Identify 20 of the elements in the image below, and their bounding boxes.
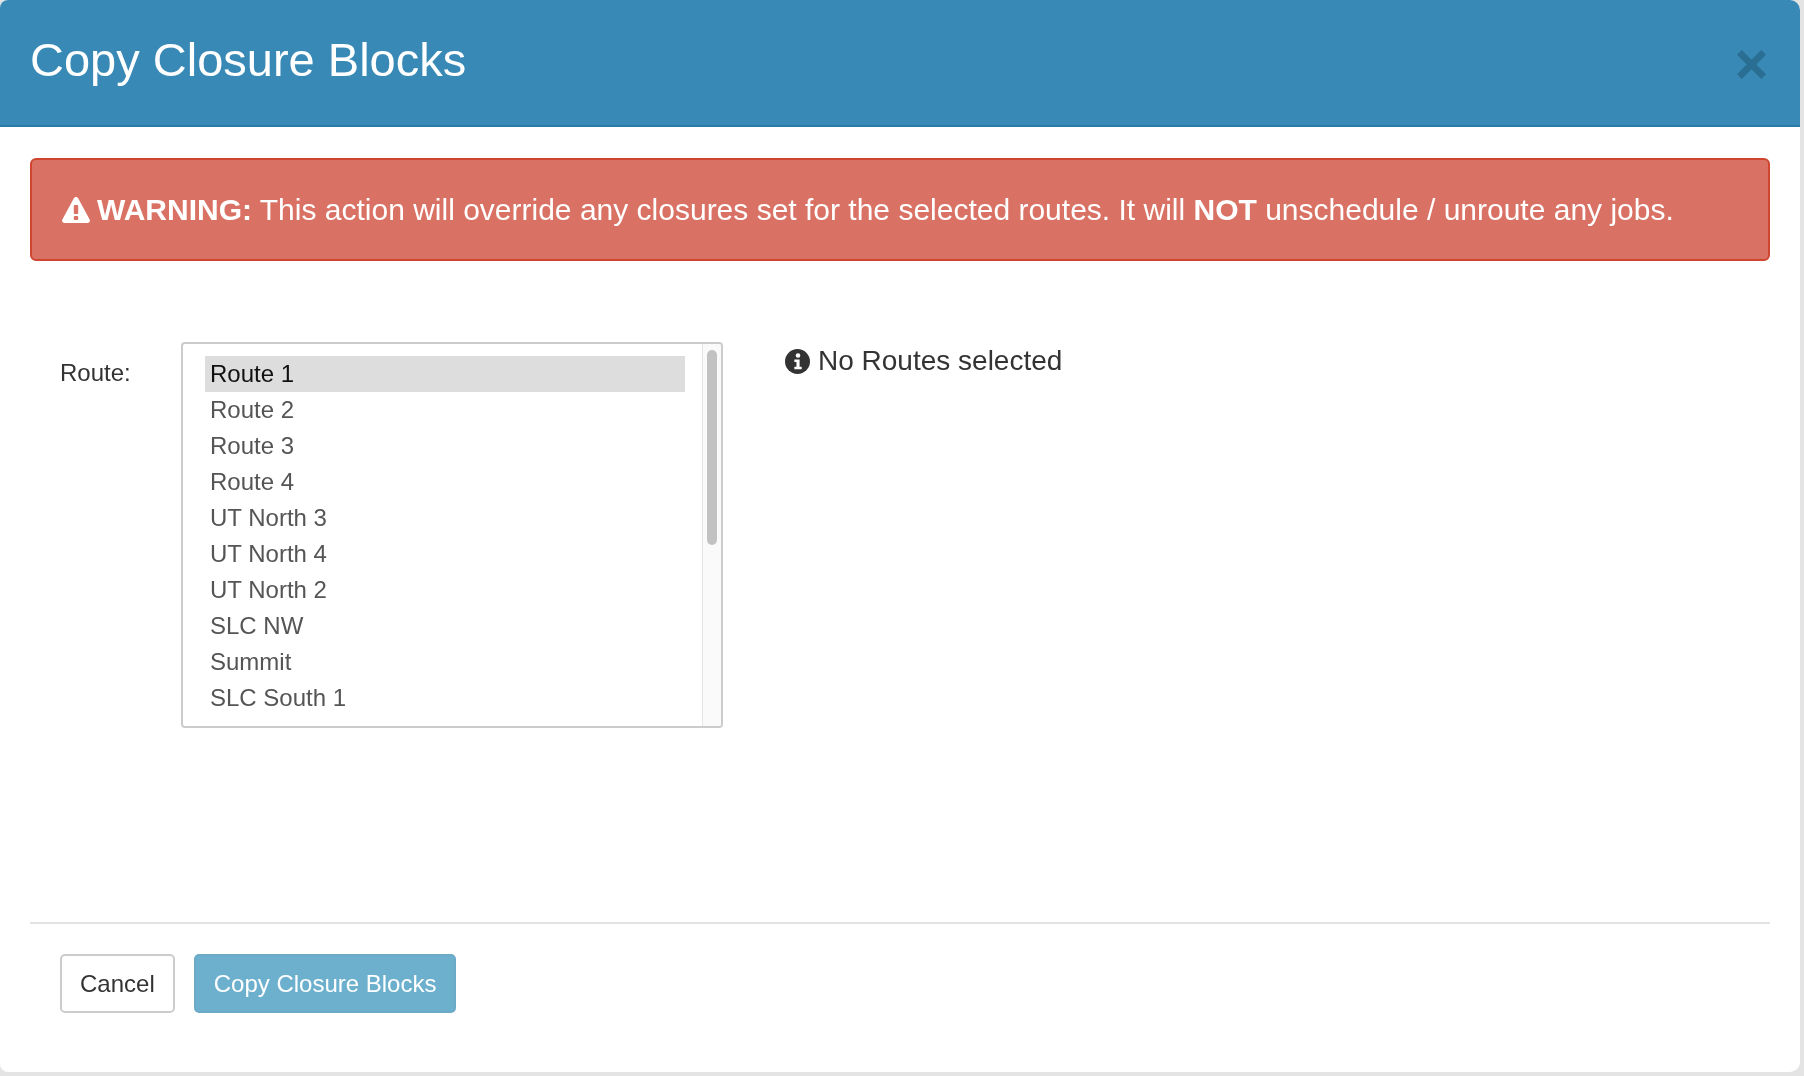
route-option[interactable]: SLC NW <box>205 608 685 644</box>
route-option[interactable]: SLC South 1 <box>205 680 685 716</box>
route-option[interactable]: Route 3 <box>205 428 685 464</box>
route-option[interactable]: Route 1 <box>205 356 685 392</box>
route-option[interactable]: Route 4 <box>205 464 685 500</box>
route-option[interactable]: UT North 3 <box>205 500 685 536</box>
info-icon <box>785 348 810 374</box>
warning-text: WARNING: This action will override any closures set for the selected routes. It will NOT unschedule / unroute any jobs. <box>97 192 1674 227</box>
route-option[interactable]: UT North 2 <box>205 572 685 608</box>
route-option[interactable]: UT North 4 <box>205 536 685 572</box>
route-option[interactable]: Summit <box>205 644 685 680</box>
route-label: Route: <box>60 359 132 387</box>
selection-status-text: No Routes selected <box>818 345 1063 377</box>
dialog-title: Copy Closure Blocks <box>30 32 467 89</box>
route-option[interactable]: Route 2 <box>205 392 685 428</box>
route-listbox[interactable]: Route 1 Route 2 Route 3 Route 4 UT North 3 UT North 4 UT North 2 SLC NW Summit SLC South 1 <box>181 342 723 728</box>
scrollbar-thumb[interactable] <box>707 350 717 545</box>
warning-icon <box>62 196 90 223</box>
close-icon[interactable] <box>1737 50 1766 79</box>
cancel-button[interactable]: Cancel <box>60 954 175 1013</box>
